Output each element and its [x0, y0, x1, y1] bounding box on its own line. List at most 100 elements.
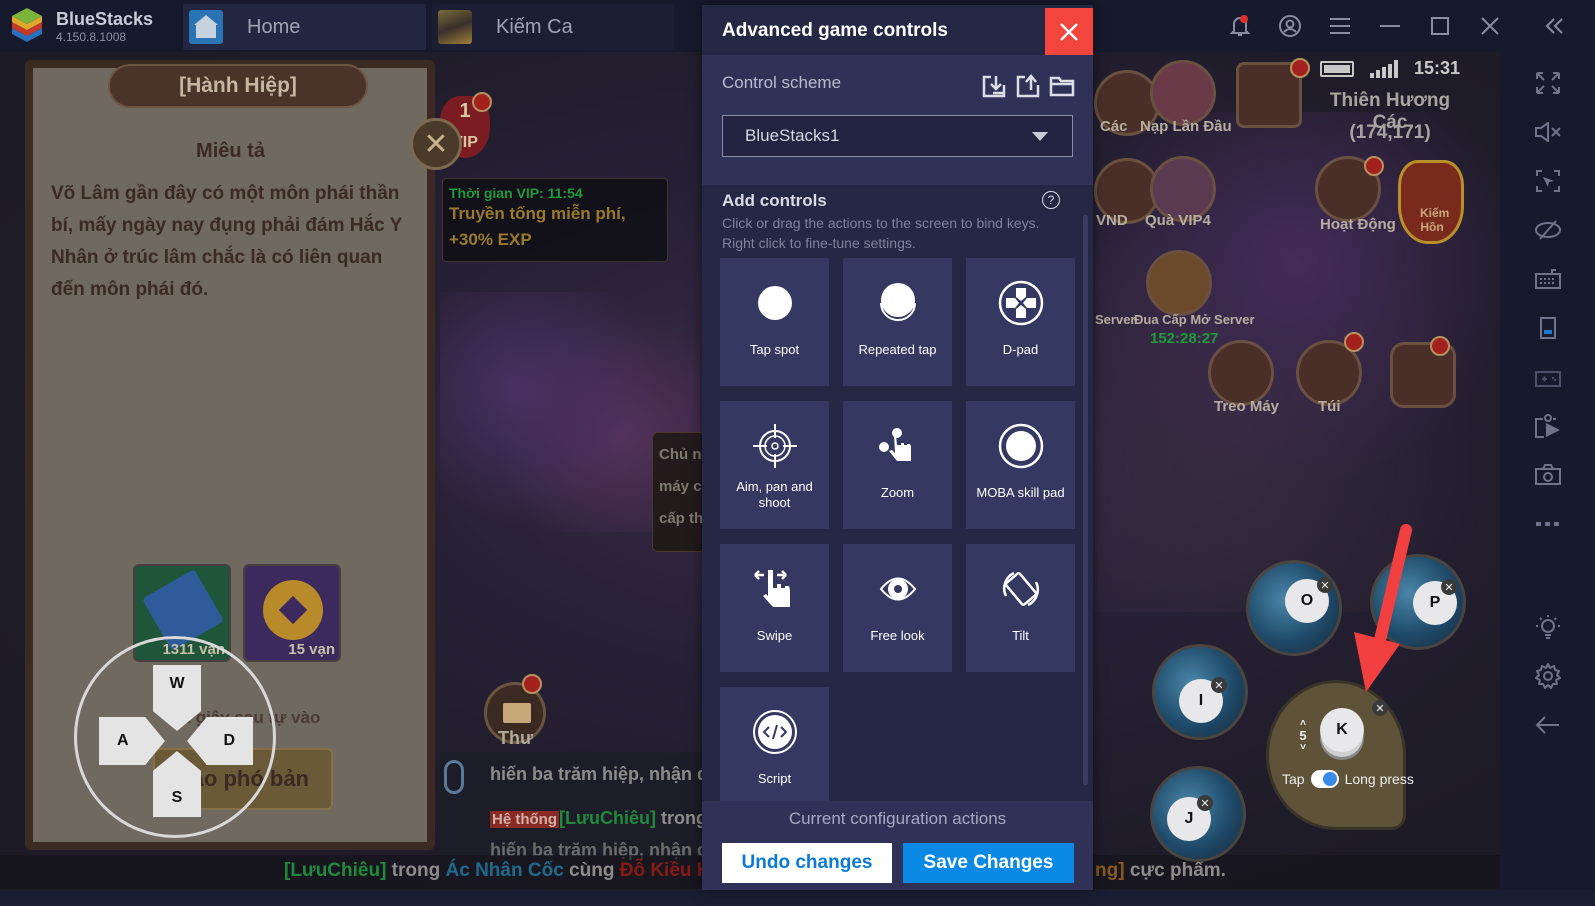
fullscreen-icon[interactable] — [1518, 58, 1578, 107]
hud-button-first-recharge[interactable] — [1150, 60, 1216, 126]
advanced-game-controls-panel: Advanced game controls Control scheme Bl… — [702, 5, 1093, 890]
light-icon[interactable] — [1518, 602, 1578, 651]
hud-label: Server — [1095, 312, 1136, 327]
close-icon — [1060, 22, 1078, 41]
control-dpad[interactable]: D-pad — [966, 258, 1075, 386]
undo-changes-button[interactable]: Undo changes — [722, 843, 892, 883]
control-tap-spot[interactable]: Tap spot — [720, 258, 829, 386]
bottom-bar — [0, 890, 1595, 906]
maximize-icon[interactable] — [1415, 0, 1465, 52]
dpad-key-up[interactable]: W — [153, 665, 201, 731]
import-icon[interactable] — [981, 73, 1007, 99]
reward-coin[interactable]: 15 vạn — [243, 564, 341, 662]
portrait-icon[interactable] — [1518, 303, 1578, 352]
skill-key-K[interactable]: K — [1320, 708, 1364, 752]
annotation-arrow-icon — [1354, 524, 1412, 692]
control-label: Tap spot — [749, 342, 800, 357]
gamepad-icon[interactable] — [1518, 352, 1578, 401]
media-manager-icon[interactable] — [1518, 401, 1578, 450]
control-scheme-dropdown[interactable]: BlueStacks1 — [722, 115, 1073, 157]
dpad-control[interactable]: W A D S — [74, 636, 276, 838]
dpad-key-down[interactable]: S — [153, 751, 201, 817]
hud-button-server-race[interactable] — [1146, 250, 1212, 316]
account-icon[interactable] — [1265, 0, 1315, 52]
hud-label: Các — [1100, 118, 1128, 135]
remove-key-icon[interactable]: ✕ — [1211, 677, 1227, 693]
control-moba-skill-pad[interactable]: MOBA skill pad — [966, 401, 1075, 529]
bell-icon[interactable] — [1215, 0, 1265, 52]
control-free-look[interactable]: Free look — [843, 544, 952, 672]
hud-label: Túi — [1318, 398, 1341, 415]
add-controls-title: Add controls — [722, 191, 827, 210]
panel-title: Advanced game controls — [722, 20, 948, 41]
tab-home[interactable]: Home — [183, 4, 426, 50]
dpad-key-right[interactable]: D — [187, 717, 253, 765]
control-aim-pan-shoot[interactable]: Aim, pan and shoot — [720, 401, 829, 529]
screen-cursor-icon[interactable] — [1518, 156, 1578, 205]
minimize-icon[interactable] — [1365, 0, 1415, 52]
crosshair-icon — [752, 423, 798, 469]
menu-icon[interactable] — [1315, 0, 1365, 52]
remove-key-icon[interactable]: ✕ — [1317, 577, 1333, 593]
close-icon[interactable] — [1465, 0, 1515, 52]
control-label: Script — [757, 771, 792, 786]
skill-button[interactable]: O ✕ — [1246, 560, 1342, 656]
folder-icon[interactable] — [1049, 73, 1075, 99]
control-label: Free look — [870, 628, 925, 643]
controls-scrollbar[interactable] — [1083, 215, 1088, 785]
script-icon — [752, 709, 798, 755]
toggle-label-tap: Tap — [1282, 771, 1305, 787]
decrement-icon[interactable]: ˅ — [1296, 742, 1310, 754]
remove-key-icon[interactable]: ✕ — [1197, 795, 1213, 811]
control-repeated-tap[interactable]: Repeated tap — [843, 258, 952, 386]
notification-dot — [1364, 156, 1384, 176]
tap-longpress-toggle[interactable] — [1310, 770, 1339, 788]
tilt-icon — [998, 566, 1044, 612]
control-swipe[interactable]: Swipe — [720, 544, 829, 672]
bluestacks-window: BlueStacks 4.150.8.1008 Home Kiếm Ca [Hà… — [0, 0, 1595, 906]
location-coords: (174,171) — [1349, 122, 1431, 143]
more-icon[interactable] — [1518, 499, 1578, 548]
camera-icon[interactable] — [1518, 450, 1578, 499]
hud-button-auto[interactable] — [1208, 340, 1274, 406]
window-controls — [1215, 0, 1595, 52]
skill-button[interactable]: I ✕ — [1152, 644, 1248, 740]
system-tag: Hệ thống — [490, 811, 559, 828]
toggle-label-long-press: Long press — [1344, 771, 1414, 787]
repeat-count-stepper[interactable]: ˄ 5 ˅ — [1296, 718, 1310, 754]
moba-skill-icon — [998, 423, 1044, 469]
collapse-sidebar-icon[interactable] — [1515, 0, 1595, 52]
save-changes-button[interactable]: Save Changes — [903, 843, 1074, 883]
skill-button[interactable]: J ✕ — [1150, 766, 1246, 862]
control-tilt[interactable]: Tilt — [966, 544, 1075, 672]
microphone-icon[interactable] — [444, 760, 464, 794]
mute-icon[interactable] — [1518, 107, 1578, 156]
dpad-icon — [998, 280, 1044, 326]
tap-mode-toggle-row: Tap Long press — [1282, 770, 1414, 788]
tab-kiem-ca[interactable]: Kiếm Ca — [432, 4, 674, 50]
panel-close-button[interactable] — [1045, 8, 1093, 55]
dialog-close-icon[interactable]: ✕ — [410, 118, 462, 170]
export-icon[interactable] — [1015, 73, 1041, 99]
vip-badge[interactable]: 1 VIP ✕ — [410, 90, 492, 170]
control-label: MOBA skill pad — [976, 485, 1065, 500]
vip-perk: Truyền tống miễn phí, +30% EXP — [449, 204, 626, 249]
dpad-key-left[interactable]: A — [99, 717, 165, 765]
ticker-text: cực phẩm. — [1124, 860, 1226, 881]
help-icon[interactable]: ? — [1042, 191, 1060, 209]
battery-icon — [1320, 60, 1354, 77]
control-scheme-label: Control scheme — [722, 73, 842, 92]
repeat-count: 5 — [1299, 728, 1307, 743]
settings-icon[interactable] — [1518, 651, 1578, 700]
hud-label: Quà VIP4 — [1145, 212, 1211, 229]
remove-key-icon[interactable]: ✕ — [1441, 579, 1457, 595]
control-script[interactable]: Script — [720, 687, 829, 803]
remove-key-icon[interactable]: ✕ — [1372, 700, 1388, 716]
tab-label: Kiếm Ca — [496, 15, 573, 38]
keyboard-icon[interactable] — [1518, 254, 1578, 303]
rotate-icon[interactable] — [1518, 205, 1578, 254]
control-zoom[interactable]: Zoom — [843, 401, 952, 529]
back-icon[interactable] — [1518, 700, 1578, 749]
zoom-gesture-icon — [875, 423, 921, 469]
coin-icon — [263, 580, 323, 640]
